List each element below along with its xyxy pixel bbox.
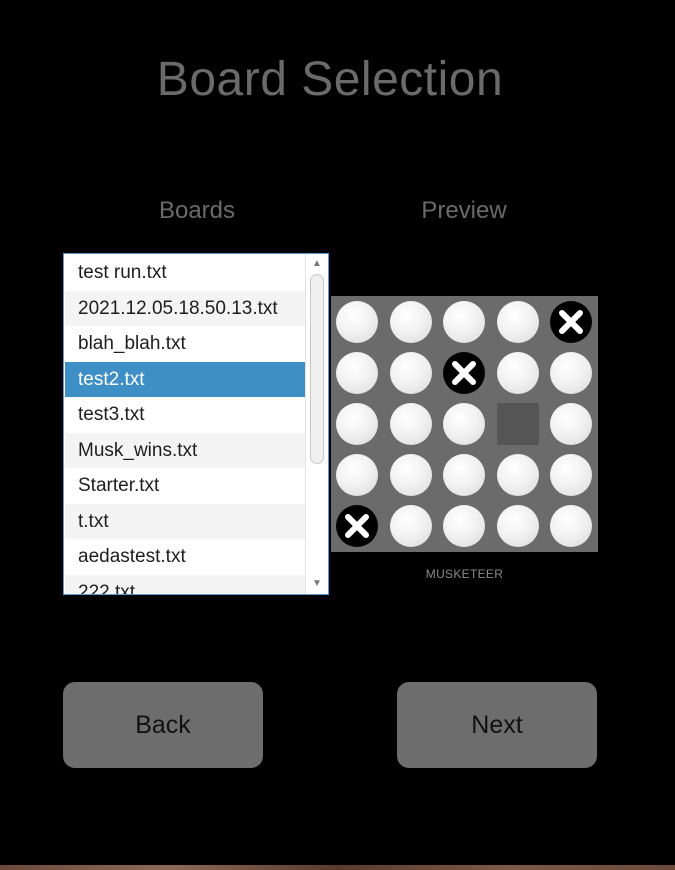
x-mark-icon — [559, 310, 583, 334]
list-item[interactable]: 2021.12.05.18.50.13.txt — [65, 290, 307, 326]
list-item[interactable]: Musk_wins.txt — [65, 432, 307, 468]
empty-cell — [496, 352, 539, 394]
list-item[interactable]: t.txt — [65, 503, 307, 539]
list-item[interactable]: Starter.txt — [65, 468, 307, 504]
musketeer-piece — [550, 301, 592, 343]
page-title: Board Selection — [156, 53, 504, 106]
next-button[interactable]: Next — [397, 682, 597, 768]
list-item[interactable]: blah_blah.txt — [65, 326, 307, 362]
empty-cell — [496, 454, 539, 496]
x-mark-icon — [452, 361, 476, 385]
empty-cell — [389, 301, 432, 343]
list-item[interactable]: test run.txt — [65, 255, 307, 291]
empty-cell — [336, 352, 378, 394]
board-preview — [331, 296, 598, 552]
boards-list-items: test run.txt 2021.12.05.18.50.13.txt blah_… — [65, 255, 307, 594]
list-scrollbar[interactable]: ▲ ▼ — [305, 254, 328, 594]
empty-cell — [389, 505, 432, 547]
empty-cell — [443, 454, 485, 496]
window-bottom-strip — [0, 865, 675, 870]
musketeer-piece — [443, 352, 485, 394]
list-item[interactable]: test3.txt — [65, 397, 307, 433]
empty-cell — [496, 301, 539, 343]
empty-cell — [389, 352, 432, 394]
board-caption: MUSKETEER — [425, 567, 504, 581]
empty-cell — [550, 403, 592, 445]
back-button[interactable]: Back — [63, 682, 263, 768]
musketeer-piece — [336, 505, 378, 547]
list-item[interactable]: 222.txt — [65, 574, 307, 594]
empty-cell — [443, 301, 485, 343]
empty-cell — [336, 301, 378, 343]
chevron-down-icon[interactable]: ▼ — [306, 576, 328, 592]
empty-cell — [443, 505, 485, 547]
empty-cell — [496, 505, 539, 547]
empty-cell — [443, 403, 485, 445]
empty-cell — [550, 352, 592, 394]
empty-cell — [550, 505, 592, 547]
boards-label: Boards — [158, 197, 236, 224]
chevron-up-icon[interactable]: ▲ — [306, 256, 328, 272]
empty-cell — [336, 454, 378, 496]
x-mark-icon — [345, 514, 369, 538]
boards-list[interactable]: test run.txt 2021.12.05.18.50.13.txt blah_… — [63, 253, 329, 595]
empty-cell — [389, 454, 432, 496]
board-selection-screen: Board Selection Boards Preview test run.… — [0, 0, 675, 870]
empty-cell — [550, 454, 592, 496]
empty-cell — [336, 403, 378, 445]
blocked-cell — [496, 403, 539, 445]
list-item[interactable]: aedastest.txt — [65, 539, 307, 575]
preview-label: Preview — [421, 197, 507, 224]
empty-cell — [389, 403, 432, 445]
list-item[interactable]: test2.txt — [65, 361, 307, 397]
scroll-thumb[interactable] — [310, 274, 324, 464]
